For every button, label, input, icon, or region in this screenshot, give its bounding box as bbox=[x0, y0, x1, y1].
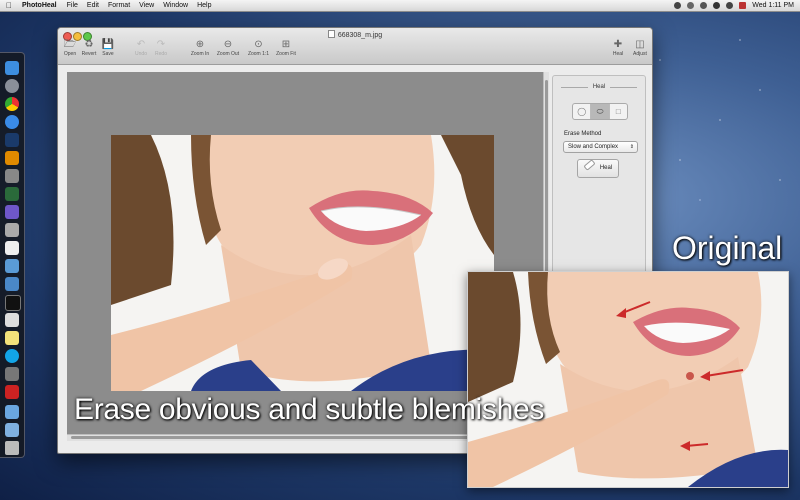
menu-app-name[interactable]: PhotoHeal bbox=[22, 0, 57, 11]
bandage-button-icon bbox=[583, 159, 596, 171]
zoom-out-icon: ⊖ bbox=[223, 39, 233, 50]
apple-menu-icon[interactable]:  bbox=[6, 0, 16, 11]
preview-icon[interactable] bbox=[5, 277, 19, 291]
save-button[interactable]: 💾 Save bbox=[100, 39, 116, 57]
bandage-icon: ✚ bbox=[613, 39, 623, 50]
erase-method-select[interactable]: Slow and Complex ⇕ bbox=[563, 141, 638, 153]
select-arrows-icon: ⇕ bbox=[629, 144, 634, 150]
adjust-tool-label: Adjust bbox=[633, 51, 647, 57]
activity-monitor-icon[interactable] bbox=[5, 187, 19, 201]
menu-help[interactable]: Help bbox=[197, 0, 211, 11]
bluetooth-icon[interactable] bbox=[700, 2, 708, 9]
terminal-icon[interactable] bbox=[5, 295, 21, 311]
panel-title-rule-right bbox=[610, 87, 637, 88]
edited-photo[interactable] bbox=[111, 135, 494, 391]
undo-icon: ↶ bbox=[136, 39, 146, 50]
folder-icon[interactable] bbox=[5, 367, 19, 381]
zoom-in-button[interactable]: ⊕ Zoom In bbox=[188, 39, 212, 57]
illustrator-icon[interactable] bbox=[5, 151, 19, 165]
redo-icon: ↷ bbox=[156, 39, 166, 50]
revert-button[interactable]: ♻ Revert bbox=[79, 39, 99, 57]
window-title-text: 668308_m.jpg bbox=[337, 32, 383, 39]
redo-label: Redo bbox=[155, 51, 167, 57]
heal-button-label: Heal bbox=[599, 165, 613, 171]
heal-tool-button[interactable]: ✚ Heal bbox=[610, 39, 626, 57]
trash-icon[interactable] bbox=[5, 441, 19, 455]
system-preferences-icon[interactable] bbox=[5, 169, 19, 183]
menu-view[interactable]: View bbox=[139, 0, 154, 11]
downloads-folder-icon[interactable] bbox=[5, 405, 19, 419]
revert-label: Revert bbox=[81, 51, 97, 57]
flag-icon[interactable] bbox=[739, 2, 747, 9]
edited-photo-art bbox=[111, 135, 494, 391]
notes-icon[interactable] bbox=[5, 331, 19, 345]
open-label: Open bbox=[63, 51, 77, 57]
save-label: Save bbox=[102, 51, 114, 57]
open-button[interactable]: 🗁 Open bbox=[61, 39, 79, 57]
dock bbox=[0, 52, 25, 458]
undo-button[interactable]: ↶ Undo bbox=[133, 39, 149, 57]
launchpad-icon[interactable] bbox=[5, 79, 19, 93]
photo-booth-icon[interactable] bbox=[5, 385, 19, 399]
menu-edit[interactable]: Edit bbox=[87, 0, 99, 11]
zoom-actual-icon: ⊙ bbox=[254, 39, 263, 50]
volume-icon[interactable] bbox=[726, 2, 734, 9]
original-caption: Original bbox=[672, 230, 783, 266]
safari-icon[interactable] bbox=[5, 115, 19, 129]
rectangle-tool-icon[interactable]: □ bbox=[610, 104, 627, 119]
documents-folder-icon[interactable] bbox=[5, 423, 19, 437]
undo-label: Undo bbox=[135, 51, 147, 57]
redo-button[interactable]: ↷ Redo bbox=[153, 39, 169, 57]
original-photo bbox=[467, 271, 789, 488]
feature-caption: Erase obvious and subtle blemishes bbox=[74, 393, 545, 426]
heal-tool-label: Heal bbox=[612, 51, 624, 57]
menu-file[interactable]: File bbox=[67, 0, 78, 11]
adjust-icon: ◫ bbox=[635, 39, 645, 50]
zoom-out-label: Zoom Out bbox=[216, 51, 240, 57]
status-icon[interactable] bbox=[674, 2, 682, 9]
zoom-fit-label: Zoom Fit bbox=[276, 51, 296, 57]
folder-open-icon: 🗁 bbox=[63, 39, 77, 50]
heal-button[interactable]: Heal bbox=[577, 159, 619, 178]
erase-method-label: Erase Method bbox=[564, 131, 602, 137]
ellipse-tool-icon[interactable]: ⬭ bbox=[591, 104, 610, 119]
timemachine-icon[interactable] bbox=[687, 2, 695, 9]
heal-tool-selector: ◯ ⬭ □ bbox=[572, 103, 628, 120]
menu-extras: Wed 1:11 PM bbox=[674, 0, 800, 11]
textedit-icon[interactable] bbox=[5, 313, 19, 327]
menu-clock[interactable]: Wed 1:11 PM bbox=[752, 0, 794, 11]
revert-icon: ♻ bbox=[84, 39, 94, 50]
document-icon bbox=[327, 30, 335, 38]
lasso-tool-icon[interactable]: ◯ bbox=[573, 104, 592, 119]
zoom-fit-button[interactable]: ⊞ Zoom Fit bbox=[274, 39, 298, 57]
photoshop-icon[interactable] bbox=[5, 133, 19, 147]
menu-format[interactable]: Format bbox=[108, 0, 130, 11]
window-title: 668308_m.jpg bbox=[58, 30, 652, 39]
heal-panel: Heal ◯ ⬭ □ Erase Method Slow and Complex… bbox=[552, 75, 646, 287]
zoom-1-1-label: Zoom 1:1 bbox=[247, 51, 270, 57]
window-titlebar[interactable]: 668308_m.jpg 🗁 Open ♻ Revert 💾 Save ↶ Undo ↷… bbox=[58, 28, 652, 65]
zoom-fit-icon: ⊞ bbox=[281, 39, 291, 50]
disk-utility-icon[interactable] bbox=[5, 223, 19, 237]
adjust-tool-button[interactable]: ◫ Adjust bbox=[630, 39, 650, 57]
zoom-out-button[interactable]: ⊖ Zoom Out bbox=[214, 39, 242, 57]
menu-window[interactable]: Window bbox=[163, 0, 188, 11]
calendar-icon[interactable] bbox=[5, 241, 19, 255]
xcode-icon[interactable] bbox=[5, 259, 19, 273]
zoom-in-label: Zoom In bbox=[190, 51, 210, 57]
wifi-icon[interactable] bbox=[713, 2, 721, 9]
finder-icon[interactable] bbox=[5, 61, 19, 75]
erase-method-value: Slow and Complex bbox=[568, 144, 619, 150]
chrome-icon[interactable] bbox=[5, 97, 19, 111]
zoom-in-icon: ⊕ bbox=[195, 39, 205, 50]
skype-icon[interactable] bbox=[5, 349, 19, 363]
app-store-icon[interactable] bbox=[5, 205, 19, 219]
save-icon: 💾 bbox=[101, 39, 115, 50]
original-photo-art bbox=[468, 272, 788, 487]
zoom-1-1-button[interactable]: ⊙ Zoom 1:1 bbox=[245, 39, 272, 57]
menu-bar:  PhotoHeal File Edit Format View Window… bbox=[0, 0, 800, 12]
